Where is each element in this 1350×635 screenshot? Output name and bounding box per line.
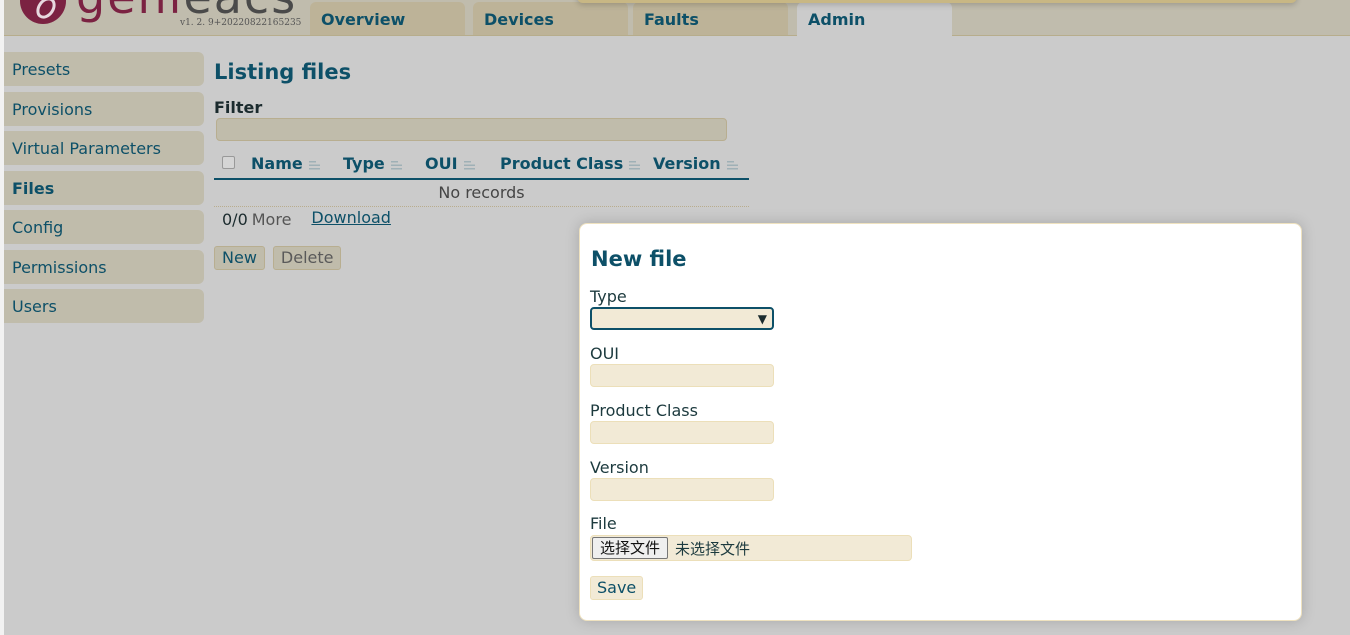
select-all-checkbox[interactable] <box>222 156 235 169</box>
more-button[interactable]: More <box>252 210 292 229</box>
table-footer: 0/0 More Download <box>222 208 391 229</box>
oui-label: OUI <box>590 344 620 363</box>
sort-icon <box>726 155 739 174</box>
logo-icon <box>20 0 66 24</box>
empty-table-message: No records <box>214 180 749 207</box>
type-select[interactable]: ▼ <box>590 307 774 330</box>
file-input[interactable]: 选择文件 未选择文件 <box>590 535 912 561</box>
dropdown-arrow-icon: ▼ <box>757 312 767 326</box>
sort-icon <box>629 155 641 174</box>
header: genieacs v1. 2. 9+20220822165235 Overvie… <box>4 0 1350 36</box>
sort-icon <box>463 155 476 174</box>
product-class-label: Product Class <box>590 401 698 420</box>
column-header-product-class[interactable]: Product Class <box>500 154 641 174</box>
column-label: Name <box>251 154 303 173</box>
version-input[interactable] <box>590 478 774 501</box>
version-label: Version <box>590 458 649 477</box>
tab-overview[interactable]: Overview <box>310 2 465 35</box>
oui-input[interactable] <box>590 364 774 387</box>
table-header: Name Type OUI Product Class Version <box>214 152 749 180</box>
column-header-name[interactable]: Name <box>251 154 321 174</box>
sort-icon <box>390 155 403 174</box>
save-button[interactable]: Save <box>590 576 644 600</box>
column-header-oui[interactable]: OUI <box>425 154 476 174</box>
file-status: 未选择文件 <box>675 540 751 558</box>
main-content: Listing files Filter Name Type OUI Produ… <box>214 58 749 270</box>
delete-button[interactable]: Delete <box>272 246 342 270</box>
sidebar-item-permissions[interactable]: Permissions <box>4 249 204 284</box>
dialog-title: New file <box>591 247 687 271</box>
type-label: Type <box>590 287 627 306</box>
new-file-dialog: New file Type ▼ OUI Product Class Versio… <box>579 223 1302 621</box>
tab-faults[interactable]: Faults <box>633 2 788 35</box>
page-title: Listing files <box>214 60 352 84</box>
column-label: Version <box>653 154 721 173</box>
column-header-type[interactable]: Type <box>343 154 403 174</box>
filter-input[interactable] <box>216 118 727 141</box>
filter-label: Filter <box>214 98 263 117</box>
product-class-input[interactable] <box>590 421 774 444</box>
record-count: 0/0 <box>222 210 248 229</box>
new-button[interactable]: New <box>214 246 265 270</box>
sidebar-item-virtual-parameters[interactable]: Virtual Parameters <box>4 131 204 165</box>
sidebar-item-files[interactable]: Files <box>4 170 204 205</box>
version-label: v1. 2. 9+20220822165235 <box>180 18 302 28</box>
sort-icon <box>308 155 321 174</box>
sidebar-item-users[interactable]: Users <box>4 289 204 323</box>
column-label: Type <box>343 154 385 173</box>
column-header-version[interactable]: Version <box>653 154 739 174</box>
download-link[interactable]: Download <box>311 208 391 227</box>
sidebar-item-presets[interactable]: Presets <box>4 52 204 86</box>
choose-file-button[interactable]: 选择文件 <box>592 537 669 559</box>
file-label: File <box>590 514 617 533</box>
action-buttons: New Delete <box>214 246 349 270</box>
tab-admin[interactable]: Admin <box>797 2 952 36</box>
sidebar: Presets Provisions Virtual Parameters Fi… <box>4 52 204 329</box>
tab-devices[interactable]: Devices <box>473 2 628 35</box>
notification-banner <box>577 0 1297 3</box>
column-label: Product Class <box>500 154 624 173</box>
sidebar-item-provisions[interactable]: Provisions <box>4 91 204 126</box>
sidebar-item-config[interactable]: Config <box>4 210 204 244</box>
column-label: OUI <box>425 154 458 173</box>
